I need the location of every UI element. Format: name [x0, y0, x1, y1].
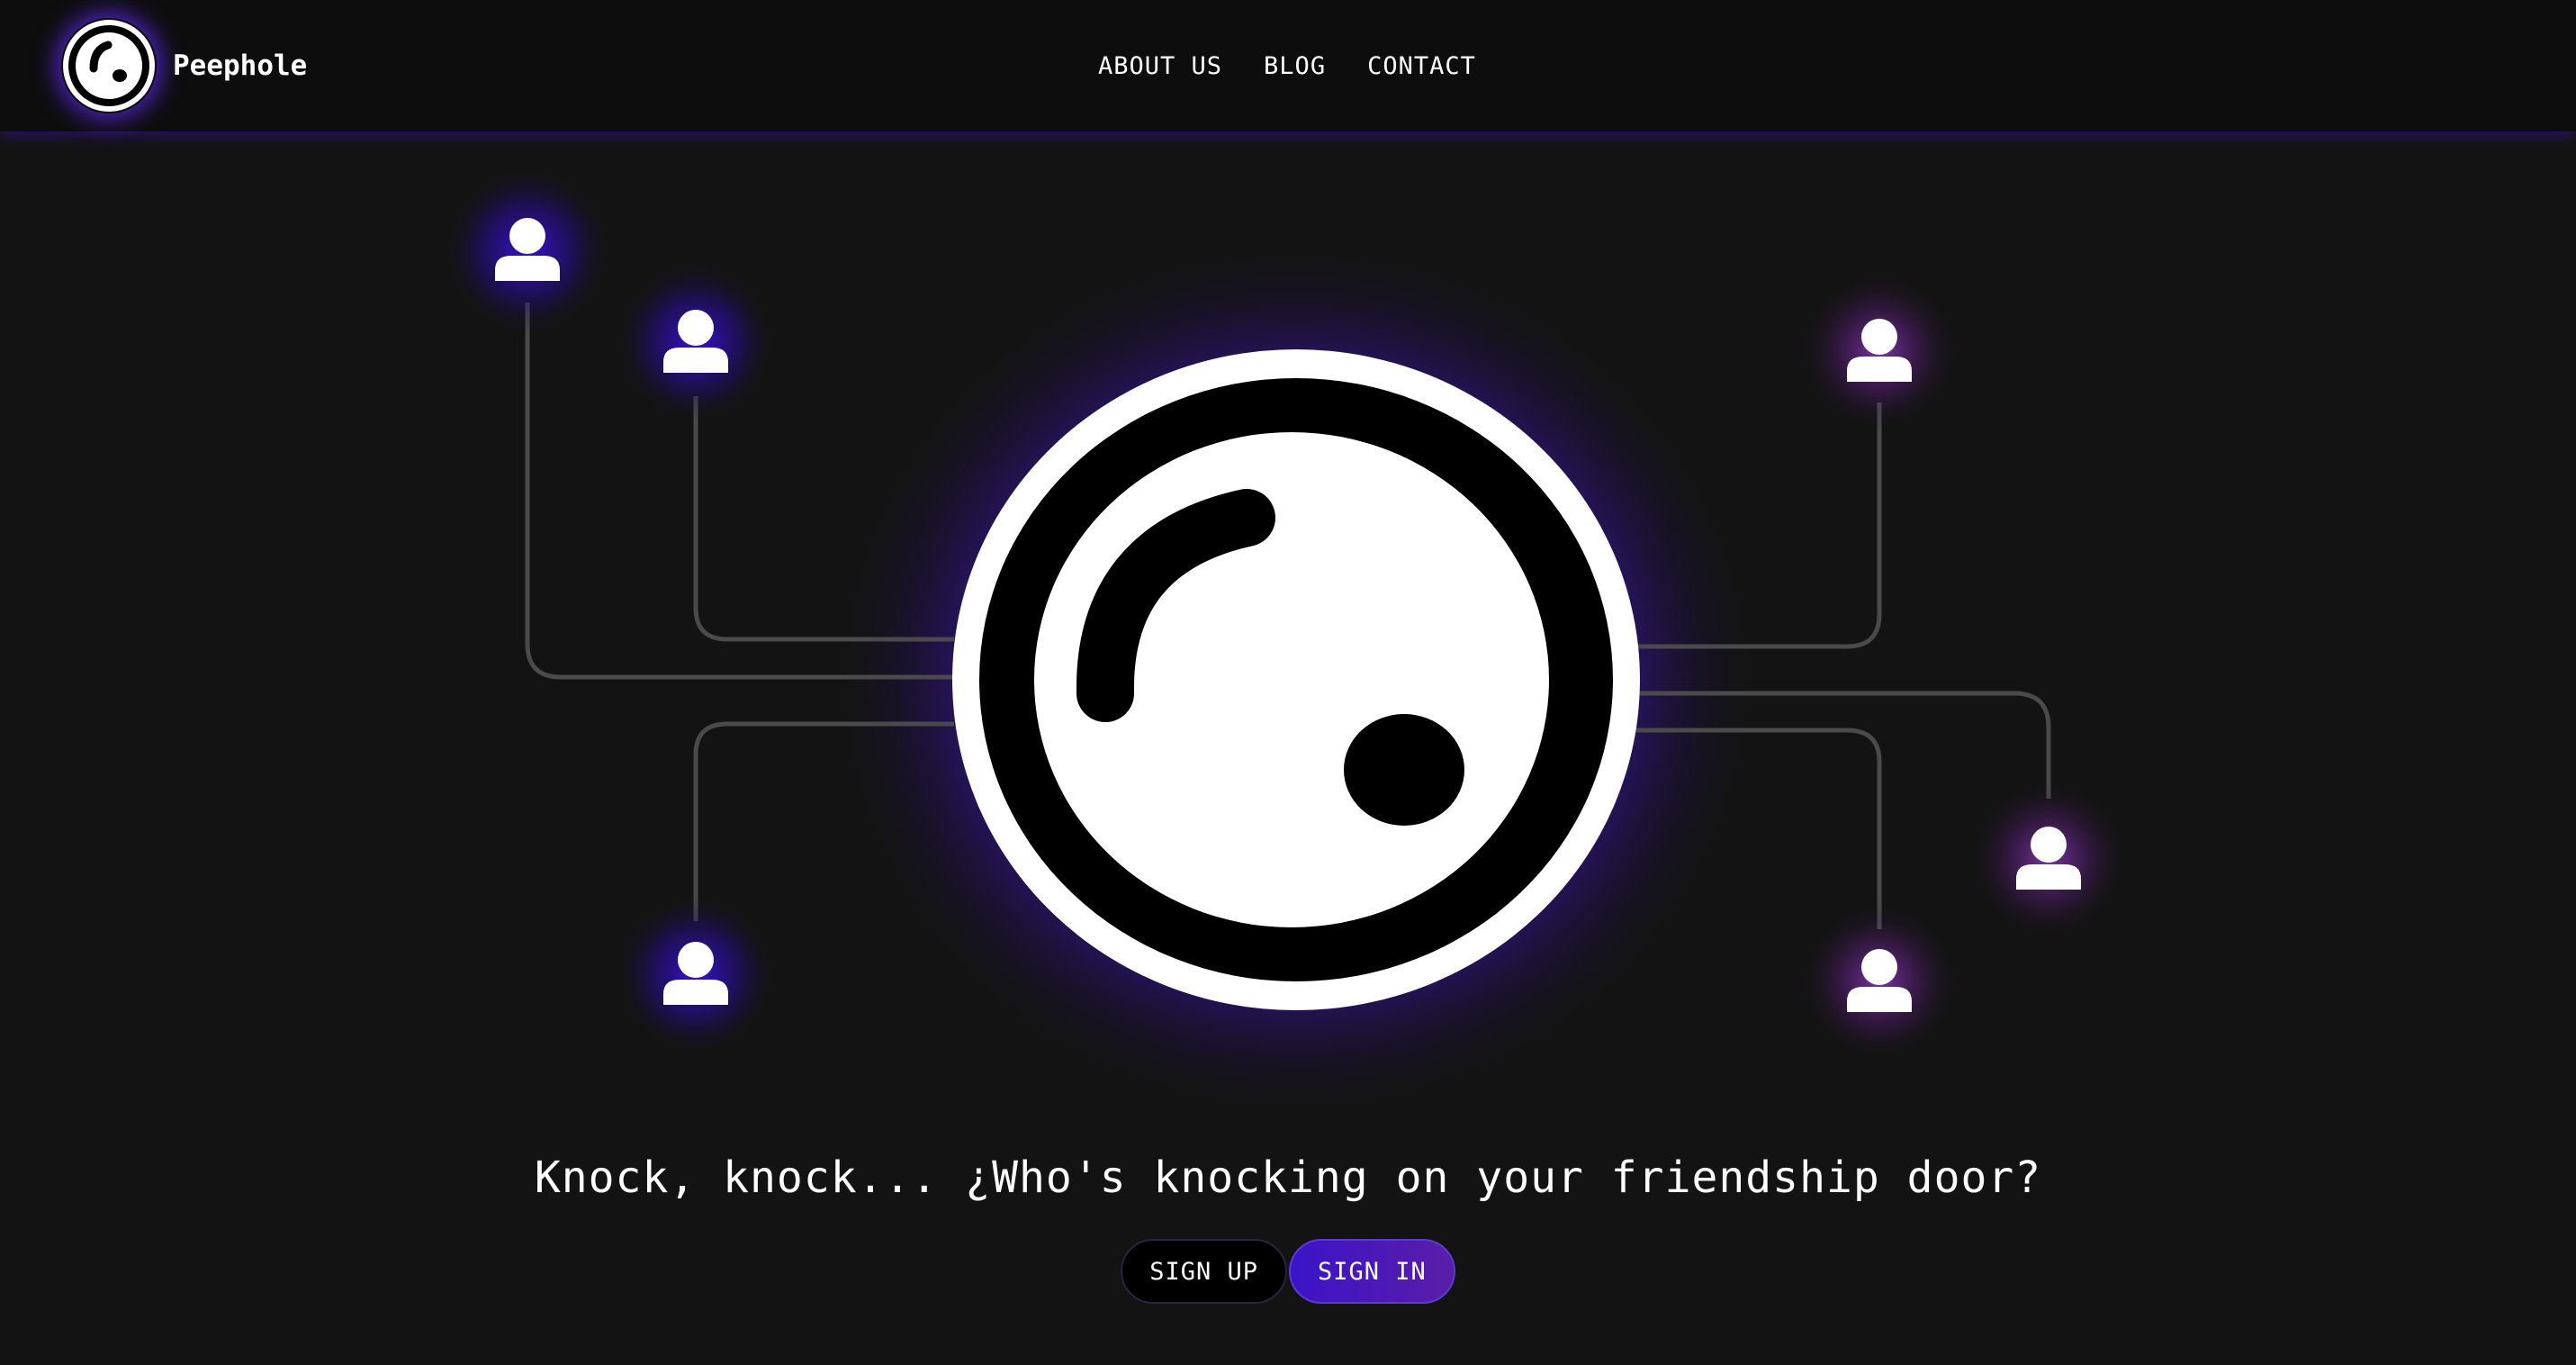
nav-link-about-us[interactable]: ABOUT US	[1098, 52, 1222, 80]
user-node-top-left	[442, 165, 613, 336]
main-nav: ABOUT US BLOG CONTACT	[1098, 0, 1476, 131]
brand[interactable]: Peephole	[61, 18, 307, 113]
network-diagram	[442, 165, 2130, 1121]
user-node-right-middle	[1968, 778, 2130, 940]
sign-in-button[interactable]: SIGN IN	[1289, 1239, 1455, 1304]
sign-up-button[interactable]: SIGN UP	[1121, 1239, 1287, 1304]
peephole-eye-icon	[952, 349, 1640, 1010]
hero-tagline: Knock, knock... ¿Who's knocking on your …	[534, 1153, 2042, 1203]
user-node-left-lower	[615, 893, 777, 1055]
auth-actions: SIGN UP SIGN IN	[0, 1239, 2576, 1304]
peephole-logo-icon[interactable]	[61, 18, 157, 113]
nav-link-contact[interactable]: CONTACT	[1367, 52, 1476, 80]
brand-name[interactable]: Peephole	[173, 50, 307, 82]
user-node-right-lower	[1798, 900, 1960, 1062]
nav-link-blog[interactable]: BLOG	[1264, 52, 1326, 80]
hero-illustration	[0, 131, 2576, 1122]
navbar: Peephole ABOUT US BLOG CONTACT	[0, 0, 2576, 131]
user-node-right-upper	[1798, 270, 1960, 432]
user-node-left-upper	[615, 261, 777, 423]
